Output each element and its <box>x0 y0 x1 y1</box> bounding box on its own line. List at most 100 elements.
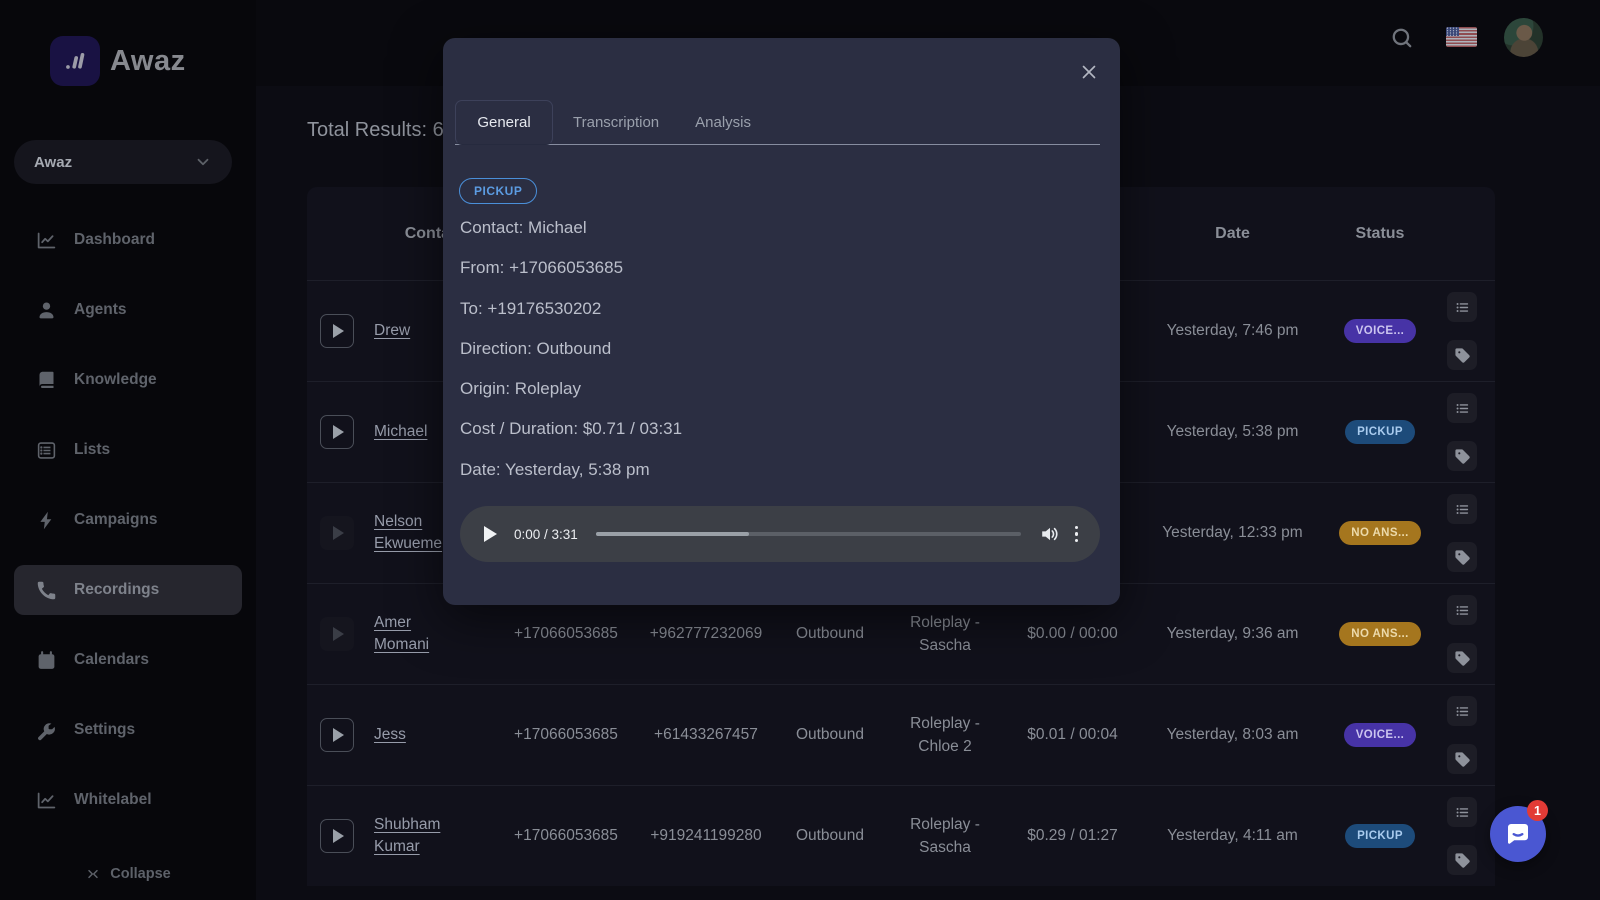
cost-duration: $0.00 / 00:00 <box>1005 625 1140 643</box>
view-notes-button[interactable] <box>1447 797 1477 827</box>
tag-icon <box>1454 448 1471 465</box>
view-notes-button[interactable] <box>1447 494 1477 524</box>
agent-name: Roleplay - Sascha <box>899 813 991 860</box>
notes-icon <box>1454 400 1471 417</box>
search-button[interactable] <box>1389 25 1415 51</box>
audio-player[interactable]: 0:00 / 3:31 <box>460 506 1100 562</box>
play-recording-button[interactable] <box>320 718 354 752</box>
sidebar-item-campaigns[interactable]: Campaigns <box>14 495 242 545</box>
list-box-icon <box>36 440 57 461</box>
contact-link[interactable]: Drew <box>374 320 410 342</box>
tag-icon <box>1454 751 1471 768</box>
play-icon <box>333 526 344 540</box>
sidebar-nav: Dashboard Agents Knowledge Lists <box>0 215 256 825</box>
contact-link[interactable]: Michael <box>374 421 427 443</box>
view-notes-button[interactable] <box>1447 292 1477 322</box>
tag-icon <box>1454 347 1471 364</box>
call-date: Yesterday, 12:33 pm <box>1140 524 1325 542</box>
status-badge: PICKUP <box>1345 420 1415 444</box>
sidebar-item-lists[interactable]: Lists <box>14 425 242 475</box>
chevron-down-icon <box>194 153 212 171</box>
detail-date: Date: Yesterday, 5:38 pm <box>460 450 682 490</box>
collapse-button[interactable]: Collapse <box>0 866 256 882</box>
sidebar-item-label: Settings <box>74 721 135 739</box>
audio-seek-bar[interactable] <box>596 532 1021 536</box>
call-date: Yesterday, 5:38 pm <box>1140 423 1325 441</box>
play-recording-button[interactable] <box>320 516 354 550</box>
to-number: +962777232069 <box>637 625 775 643</box>
sidebar: Awaz Awaz Dashboard Agents <box>0 0 256 900</box>
from-number: +17066053685 <box>495 827 637 845</box>
column-date: Date <box>1140 225 1325 243</box>
zap-icon <box>36 510 57 531</box>
audio-play-button[interactable] <box>480 524 500 544</box>
user-avatar[interactable] <box>1504 18 1543 57</box>
tag-button[interactable] <box>1447 643 1477 673</box>
sidebar-item-calendars[interactable]: Calendars <box>14 635 242 685</box>
table-row[interactable]: Shubham Kumar +17066053685 +919241199280… <box>307 785 1495 886</box>
play-recording-button[interactable] <box>320 415 354 449</box>
detail-direction: Direction: Outbound <box>460 329 682 369</box>
kebab-icon <box>1075 526 1079 530</box>
status-badge: NO ANS... <box>1339 622 1420 646</box>
play-recording-button[interactable] <box>320 314 354 348</box>
play-recording-button[interactable] <box>320 819 354 853</box>
view-notes-button[interactable] <box>1447 595 1477 625</box>
table-row[interactable]: Jess +17066053685 +61433267457 Outbound … <box>307 684 1495 785</box>
brand-name: Awaz <box>110 45 186 78</box>
sidebar-item-knowledge[interactable]: Knowledge <box>14 355 242 405</box>
direction: Outbound <box>775 827 885 845</box>
sidebar-item-label: Calendars <box>74 651 149 669</box>
sidebar-item-recordings[interactable]: Recordings <box>14 565 242 615</box>
notes-icon <box>1454 703 1471 720</box>
detail-contact: Contact: Michael <box>460 208 682 248</box>
user-icon <box>36 300 57 321</box>
direction: Outbound <box>775 625 885 643</box>
notes-icon <box>1454 804 1471 821</box>
notes-icon <box>1454 501 1471 518</box>
tab-transcription[interactable]: Transcription <box>557 100 675 145</box>
sidebar-item-settings[interactable]: Settings <box>14 705 242 755</box>
tab-general[interactable]: General <box>455 100 553 145</box>
play-icon <box>484 526 497 542</box>
status-badge-pickup: PICKUP <box>459 178 537 204</box>
language-flag-us[interactable] <box>1446 27 1477 47</box>
view-notes-button[interactable] <box>1447 696 1477 726</box>
chart-line-icon <box>36 230 57 251</box>
tag-button[interactable] <box>1447 340 1477 370</box>
sidebar-item-label: Recordings <box>74 581 159 599</box>
tab-analysis[interactable]: Analysis <box>679 100 767 145</box>
tag-icon <box>1454 852 1471 869</box>
from-number: +17066053685 <box>495 726 637 744</box>
audio-more-options-button[interactable] <box>1073 526 1081 543</box>
sidebar-item-whitelabel[interactable]: Whitelabel <box>14 775 242 825</box>
view-notes-button[interactable] <box>1447 393 1477 423</box>
play-recording-button[interactable] <box>320 617 354 651</box>
search-icon <box>1389 25 1415 51</box>
volume-button[interactable] <box>1039 523 1061 545</box>
sidebar-item-dashboard[interactable]: Dashboard <box>14 215 242 265</box>
app-screen: Awaz Awaz Dashboard Agents <box>0 0 1600 900</box>
call-date: Yesterday, 8:03 am <box>1140 726 1325 744</box>
contact-link[interactable]: Amer Momani <box>374 612 470 657</box>
contact-link[interactable]: Jess <box>374 724 406 746</box>
workspace-selector[interactable]: Awaz <box>14 140 232 184</box>
sidebar-item-label: Whitelabel <box>74 791 152 809</box>
notes-icon <box>1454 602 1471 619</box>
close-button[interactable] <box>1076 60 1102 86</box>
status-badge: VOICE... <box>1344 319 1417 343</box>
tag-button[interactable] <box>1447 744 1477 774</box>
contact-link[interactable]: Shubham Kumar <box>374 814 470 859</box>
flag-canton <box>1446 27 1459 36</box>
to-number: +61433267457 <box>637 726 775 744</box>
sidebar-item-agents[interactable]: Agents <box>14 285 242 335</box>
detail-from: From: +17066053685 <box>460 248 682 288</box>
notification-badge: 1 <box>1527 800 1548 821</box>
tag-button[interactable] <box>1447 845 1477 875</box>
modal-tabs: General Transcription Analysis <box>455 100 1100 145</box>
audio-time: 0:00 / 3:31 <box>514 527 578 542</box>
call-details-modal: General Transcription Analysis PICKUP Co… <box>443 38 1120 605</box>
tag-button[interactable] <box>1447 441 1477 471</box>
tag-button[interactable] <box>1447 542 1477 572</box>
play-icon <box>333 728 344 742</box>
